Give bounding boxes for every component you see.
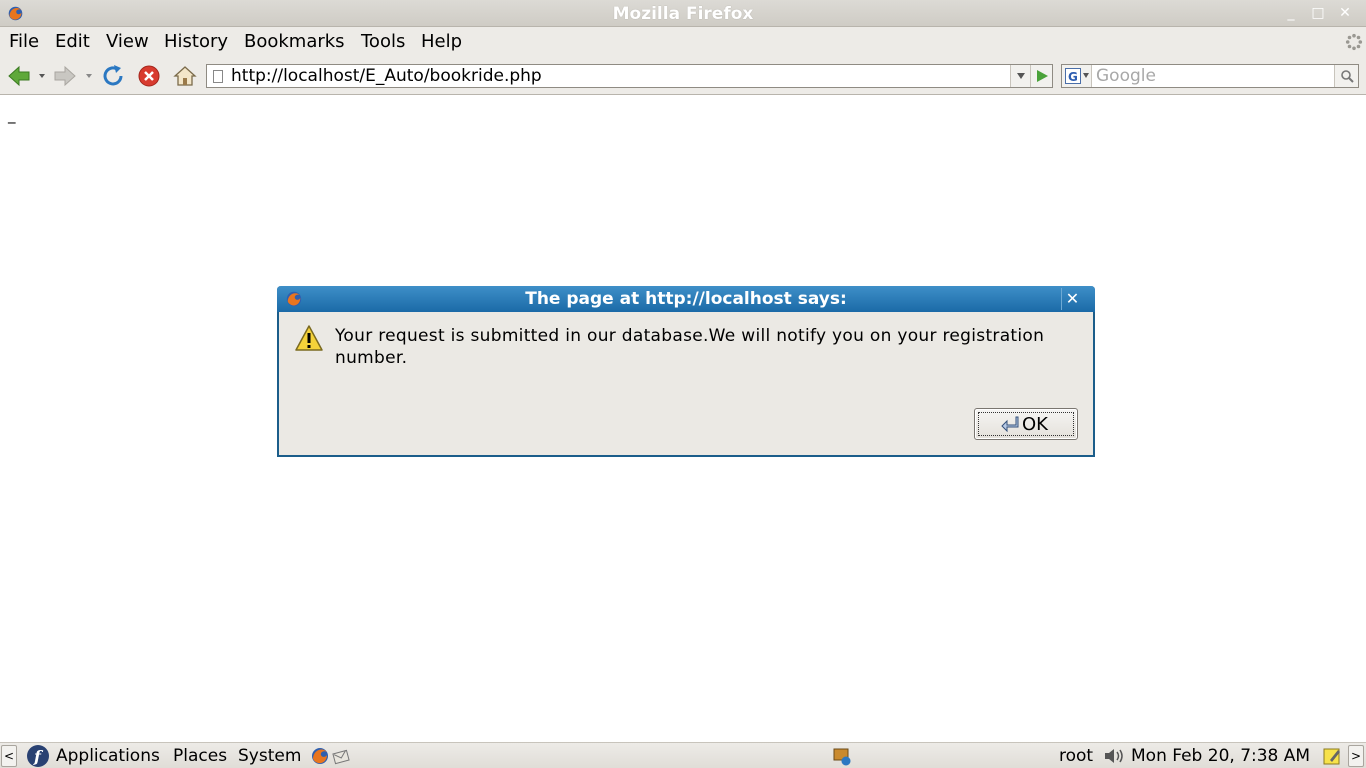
close-window-button[interactable]: ✕ — [1334, 3, 1356, 23]
alert-dialog: The page at http://localhost says: ✕ You… — [277, 286, 1095, 457]
menu-bar: File Edit View History Bookmarks Tools H… — [0, 27, 1366, 56]
enter-arrow-icon — [1001, 416, 1019, 433]
menu-view[interactable]: View — [106, 31, 149, 52]
menu-history[interactable]: History — [164, 31, 228, 52]
clock[interactable]: Mon Feb 20, 7:38 AM — [1131, 746, 1310, 766]
page-icon — [213, 70, 223, 83]
go-arrow-icon — [1037, 70, 1048, 82]
menu-file[interactable]: File — [9, 31, 39, 52]
warning-icon — [295, 325, 323, 351]
url-bar[interactable] — [206, 64, 1053, 88]
chevron-down-icon — [1017, 73, 1025, 79]
dialog-message: Your request is submitted in our databas… — [335, 326, 1045, 368]
firefox-launcher-icon[interactable] — [310, 746, 330, 766]
go-button[interactable] — [1030, 65, 1052, 87]
menu-tools[interactable]: Tools — [361, 31, 405, 52]
minimize-button[interactable]: _ — [1280, 3, 1302, 23]
activity-throbber-icon — [1345, 33, 1363, 51]
bottom-panel: < f Applications Places System root Mon … — [0, 742, 1366, 768]
back-history-dropdown-icon[interactable] — [38, 72, 46, 80]
search-bar[interactable]: G — [1061, 64, 1359, 88]
chevron-down-icon — [1083, 73, 1089, 78]
fedora-logo-icon: f — [27, 745, 49, 767]
navigation-toolbar: G — [0, 56, 1366, 95]
notes-icon[interactable] — [1322, 746, 1342, 766]
forward-icon[interactable] — [52, 63, 78, 89]
panel-scroll-left-button[interactable]: < — [1, 745, 17, 767]
dialog-titlebar: The page at http://localhost says: ✕ — [277, 286, 1095, 312]
maximize-button[interactable]: □ — [1307, 3, 1329, 23]
places-menu[interactable]: Places — [173, 746, 227, 766]
magnifier-icon — [1341, 70, 1354, 83]
back-icon[interactable] — [6, 63, 32, 89]
reload-icon[interactable] — [100, 63, 126, 89]
home-icon[interactable] — [172, 63, 198, 89]
dialog-close-button[interactable]: ✕ — [1061, 288, 1083, 310]
ok-button[interactable]: OK — [974, 408, 1078, 440]
volume-icon[interactable] — [1103, 746, 1125, 766]
applications-menu[interactable]: Applications — [56, 746, 160, 766]
mail-launcher-icon[interactable] — [332, 746, 352, 766]
user-name: root — [1059, 746, 1094, 766]
stop-icon[interactable] — [136, 63, 162, 89]
google-icon: G — [1065, 68, 1081, 84]
url-input[interactable] — [231, 65, 1011, 87]
svg-text:G: G — [1068, 70, 1078, 84]
search-button[interactable] — [1334, 65, 1358, 87]
menu-help[interactable]: Help — [421, 31, 462, 52]
panel-scroll-right-button[interactable]: > — [1348, 745, 1364, 767]
forward-history-dropdown-icon[interactable] — [85, 72, 93, 80]
search-input[interactable] — [1096, 65, 1332, 87]
window-titlebar: Mozilla Firefox _ □ ✕ — [0, 0, 1366, 27]
menu-edit[interactable]: Edit — [55, 31, 90, 52]
search-engine-selector[interactable]: G — [1062, 65, 1092, 87]
menu-bookmarks[interactable]: Bookmarks — [244, 31, 345, 52]
ok-button-label: OK — [1022, 414, 1048, 435]
window-title: Mozilla Firefox — [612, 4, 754, 24]
update-notifier-icon[interactable] — [832, 746, 852, 766]
dialog-title: The page at http://localhost says: — [525, 289, 847, 309]
page-text-cursor: _ — [8, 106, 16, 124]
url-dropdown-button[interactable] — [1010, 65, 1030, 87]
system-menu[interactable]: System — [238, 746, 301, 766]
